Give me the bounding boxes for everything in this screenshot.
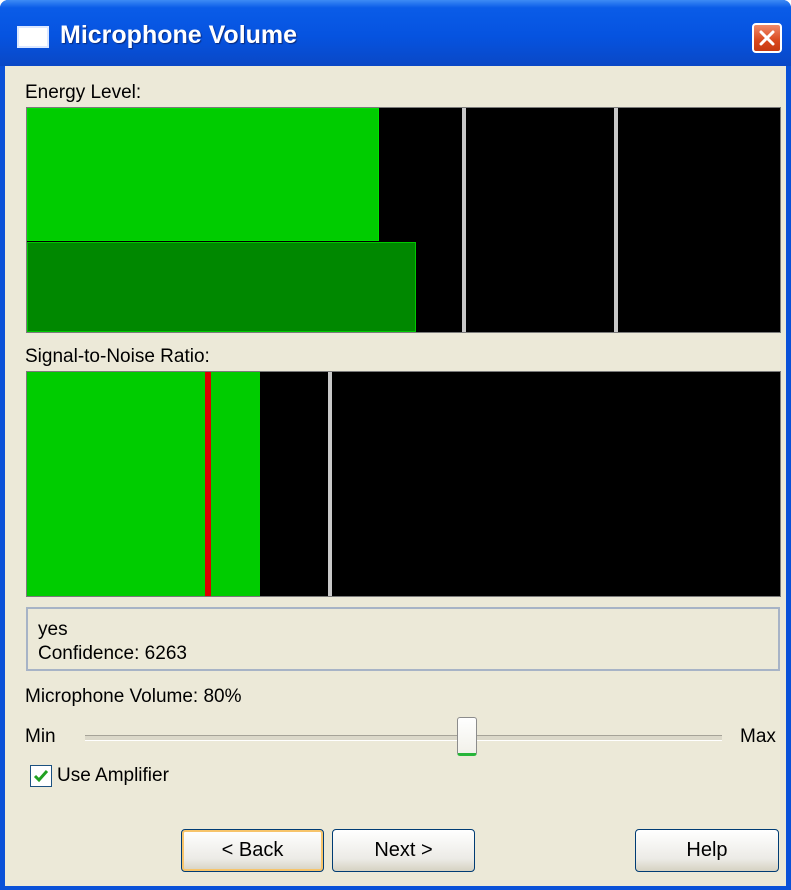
use-amplifier-label[interactable]: Use Amplifier [57,765,169,787]
slider-min-label: Min [25,726,56,747]
snr-label: Signal-to-Noise Ratio: [25,346,210,367]
microphone-volume-label: Microphone Volume: 80% [25,686,242,707]
current-energy-bar [27,108,379,241]
energy-threshold-line [462,108,466,332]
recognized-word: yes [38,619,68,640]
back-button[interactable]: < Back [181,829,324,872]
recognition-result-box: yes Confidence: 6263 [26,607,780,671]
microphone-volume-window: Microphone Volume Energy Level: Signal-t… [0,0,791,890]
snr-meter [26,371,781,597]
title-bar: Microphone Volume [0,0,791,66]
slider-max-label: Max [740,726,776,747]
window-icon [17,26,49,48]
energy-level-label: Energy Level: [25,82,142,103]
window-title: Microphone Volume [60,21,298,49]
energy-level-meter [26,107,781,333]
use-amplifier-checkbox[interactable] [30,765,52,787]
dialog-body: Energy Level: Signal-to-Noise Ratio: yes… [5,66,786,886]
energy-threshold-line [614,108,618,332]
help-button[interactable]: Help [635,829,779,872]
snr-peak-marker [205,372,211,596]
next-button[interactable]: Next > [332,829,475,872]
confidence-text: Confidence: 6263 [38,643,187,664]
snr-threshold-line [328,372,332,596]
close-button[interactable] [752,23,782,53]
close-icon [759,30,775,46]
checkmark-icon [33,770,49,783]
volume-slider-thumb[interactable] [457,717,477,756]
peak-energy-bar [27,242,416,332]
snr-bar [27,372,260,596]
volume-slider-track[interactable] [85,735,722,741]
